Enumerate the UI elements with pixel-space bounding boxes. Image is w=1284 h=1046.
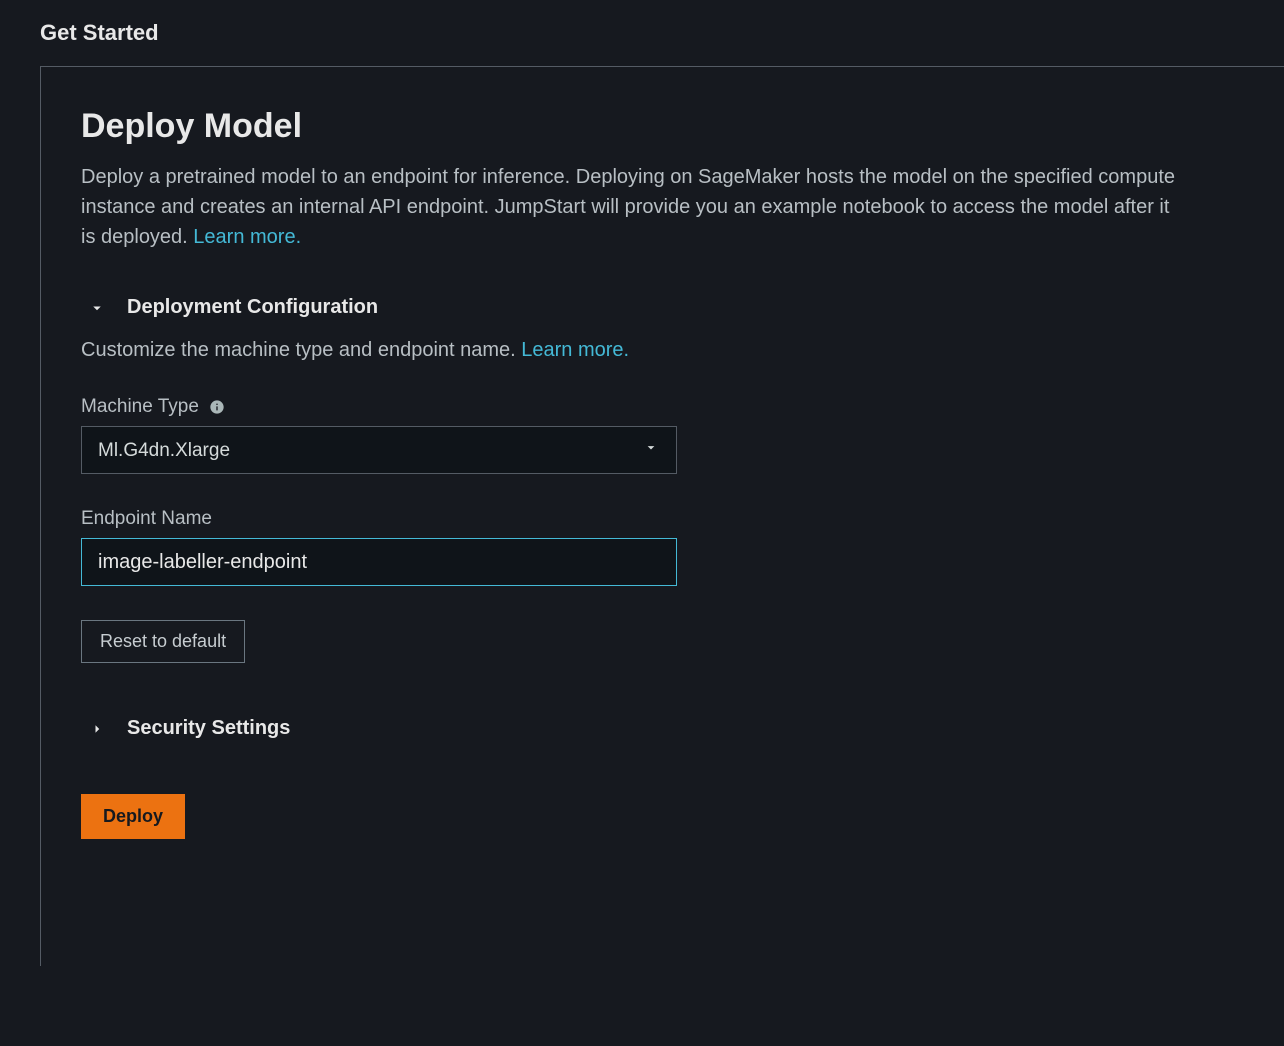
deploy-model-panel: Deploy Model Deploy a pretrained model t… [40,66,1284,966]
reset-to-default-button[interactable]: Reset to default [81,620,245,663]
config-learn-more-link[interactable]: Learn more. [521,339,629,361]
security-settings-toggle[interactable]: Security Settings [81,717,1244,740]
deploy-button[interactable]: Deploy [81,794,185,839]
machine-type-label: Machine Type [81,396,199,418]
endpoint-name-input[interactable] [81,538,677,586]
deployment-config-title: Deployment Configuration [127,296,378,319]
security-settings-title: Security Settings [127,717,290,740]
deployment-config-toggle[interactable]: Deployment Configuration [81,296,1244,319]
machine-type-select[interactable]: Ml.G4dn.Xlarge [81,426,677,474]
chevron-down-icon [87,298,107,318]
learn-more-link[interactable]: Learn more. [193,226,301,248]
get-started-header: Get Started [40,20,1284,46]
endpoint-name-label: Endpoint Name [81,508,212,530]
subtitle-text: Customize the machine type and endpoint … [81,339,521,361]
chevron-right-icon [87,719,107,739]
deployment-config-subtitle: Customize the machine type and endpoint … [81,339,1244,362]
page-description: Deploy a pretrained model to an endpoint… [81,162,1181,252]
machine-type-field: Machine Type Ml.G4dn.Xlarge [81,396,1244,474]
info-icon[interactable] [209,399,225,415]
endpoint-name-field: Endpoint Name [81,508,1244,586]
page-title: Deploy Model [81,107,1244,146]
